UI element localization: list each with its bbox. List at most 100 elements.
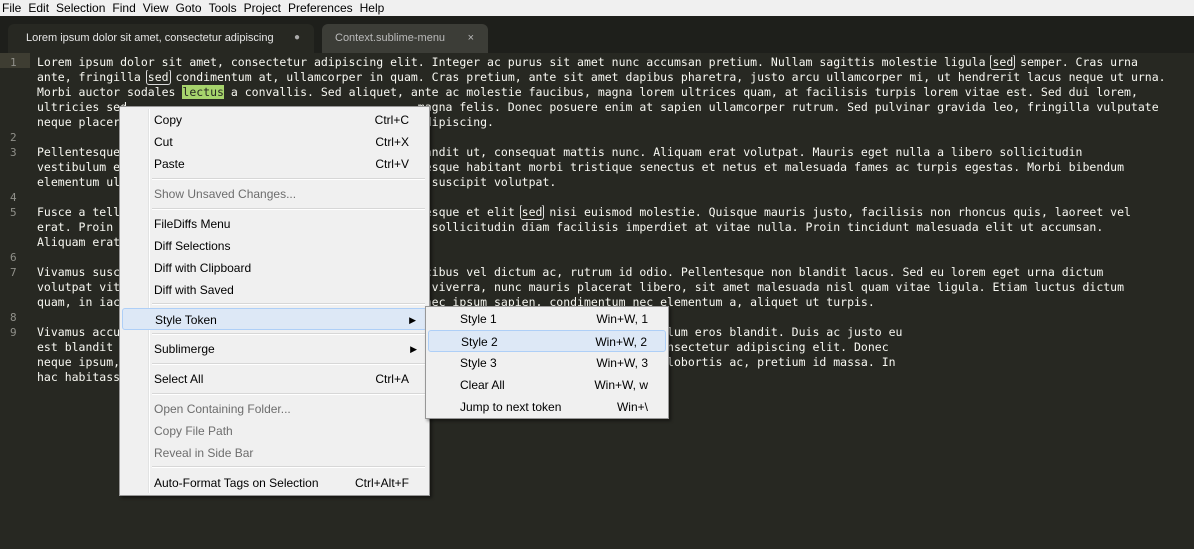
text-segment: condimentum at, ullamcorper in quam. Cra… — [168, 70, 1166, 84]
text-line: Lorem ipsum dolor sit amet, consectetur … — [37, 55, 1194, 70]
unsaved-dot-icon[interactable]: ● — [294, 24, 300, 52]
text-segment: neque placer — [37, 115, 121, 129]
menu-item-shortcut: Win+\ — [616, 400, 648, 414]
text-segment: neque ipsum, — [37, 355, 121, 369]
menu-item-shortcut: Ctrl+C — [374, 113, 409, 127]
menu-item-shortcut: Win+W, 1 — [596, 312, 648, 326]
context-item-reveal-in-side-bar[interactable]: Reveal in Side Bar — [122, 442, 427, 464]
context-item-diff-with-clipboard[interactable]: Diff with Clipboard — [122, 257, 427, 279]
context-item-auto-format-tags-on-selection[interactable]: Auto-Format Tags on Selection Ctrl+Alt+F — [122, 472, 427, 494]
menu-preferences[interactable]: Preferences — [285, 0, 357, 16]
text-segment: erat. Proin — [37, 220, 121, 234]
text-line: ante, fringilla sed condimentum at, ulla… — [37, 70, 1194, 85]
text-segment: Fusce a tell — [37, 205, 121, 219]
text-segment: nisi euismod molestie. Quisque mauris ju… — [542, 205, 1131, 219]
menu-item-label: Paste — [154, 157, 185, 171]
menu-item-label: FileDiffs Menu — [154, 217, 231, 231]
menu-item-label: Show Unsaved Changes... — [154, 187, 297, 201]
line-number: 1 — [10, 56, 17, 69]
menu-item-shortcut: Ctrl+A — [375, 372, 409, 386]
submenu-item-jump-to-next-token[interactable]: Jump to next token Win+\ — [428, 396, 666, 418]
text-segment: Morbi auctor sodales — [37, 85, 183, 99]
text-segment: est blandit — [37, 340, 121, 354]
tab-bar: Lorem ipsum dolor sit amet, consectetur … — [0, 16, 1194, 53]
text-segment: Lorem ipsum dolor sit amet, consectetur … — [37, 55, 993, 69]
menu-view[interactable]: View — [140, 0, 173, 16]
line-number: 8 — [10, 311, 17, 324]
text-segment: Pellentesque — [37, 145, 121, 159]
menu-edit[interactable]: Edit — [25, 0, 53, 16]
context-item-diff-selections[interactable]: Diff Selections — [122, 235, 427, 257]
menu-separator — [152, 393, 425, 395]
text-segment: a convallis. Sed aliquet, ante ac molest… — [223, 85, 1138, 99]
menu-item-label: Cut — [154, 135, 173, 149]
text-segment: Vivamus accu — [37, 325, 121, 339]
context-item-cut[interactable]: Cut Ctrl+X — [122, 131, 427, 153]
menu-separator — [152, 333, 425, 335]
menu-item-label: Jump to next token — [460, 400, 562, 414]
menu-separator — [152, 303, 425, 305]
menu-goto[interactable]: Goto — [173, 0, 206, 16]
token-outline: sed — [990, 55, 1016, 70]
menu-separator — [152, 208, 425, 210]
menu-selection[interactable]: Selection — [53, 0, 109, 16]
token-highlight: lectus — [182, 85, 224, 99]
tab-context-menu-file[interactable]: Context.sublime-menu × — [322, 24, 488, 53]
line-number: 4 — [10, 191, 17, 204]
text-segment: elementum ul — [37, 175, 121, 189]
text-segment: semper. Cras urna — [1013, 55, 1138, 69]
context-item-copy[interactable]: Copy Ctrl+C — [122, 109, 427, 131]
context-item-paste[interactable]: Paste Ctrl+V — [122, 153, 427, 175]
line-number: 3 — [10, 146, 17, 159]
menu-item-label: Reveal in Side Bar — [154, 446, 254, 460]
line-number-gutter: 1 2 3 4 5 6 7 8 9 — [0, 53, 30, 549]
menu-item-label: Sublimerge — [154, 342, 215, 356]
context-item-diff-with-saved[interactable]: Diff with Saved — [122, 279, 427, 301]
context-item-show-unsaved-changes[interactable]: Show Unsaved Changes... — [122, 183, 427, 205]
tab-label: Context.sublime-menu — [335, 32, 446, 44]
menu-item-label: Style Token — [155, 313, 217, 327]
style-token-submenu: Style 1 Win+W, 1 Style 2 Win+W, 2 Style 3 Win… — [425, 306, 669, 419]
menu-find[interactable]: Find — [109, 0, 139, 16]
menu-item-label: Select All — [154, 372, 204, 386]
submenu-item-style-3[interactable]: Style 3 Win+W, 3 — [428, 352, 666, 374]
line-number: 9 — [10, 326, 17, 339]
line-number: 7 — [10, 266, 17, 279]
menu-separator — [152, 363, 425, 365]
token-outline: sed — [519, 205, 545, 220]
submenu-item-style-2[interactable]: Style 2 Win+W, 2 — [428, 330, 666, 352]
context-item-sublimerge[interactable]: Sublimerge ▶ — [122, 338, 427, 360]
menu-item-shortcut: Win+W, 2 — [595, 335, 647, 349]
tab-label: Lorem ipsum dolor sit amet, consectetur … — [26, 32, 274, 44]
menu-file[interactable]: File — [0, 0, 25, 16]
menu-project[interactable]: Project — [241, 0, 285, 16]
close-icon[interactable]: × — [468, 24, 474, 52]
menu-help[interactable]: Help — [357, 0, 389, 16]
text-segment: vestibulum e — [37, 160, 121, 174]
text-segment: volutpat vit — [37, 280, 121, 294]
menu-item-label: Clear All — [460, 378, 505, 392]
token-outline: sed — [145, 70, 171, 85]
menu-separator — [152, 466, 425, 468]
menu-item-label: Diff with Clipboard — [154, 261, 252, 275]
submenu-item-style-1[interactable]: Style 1 Win+W, 1 — [428, 308, 666, 330]
menu-item-label: Open Containing Folder... — [154, 402, 291, 416]
tab-lorem-ipsum[interactable]: Lorem ipsum dolor sit amet, consectetur … — [8, 24, 314, 53]
text-segment: ante, fringilla — [37, 70, 148, 84]
menu-item-shortcut: Ctrl+Alt+F — [354, 476, 409, 490]
text-segment: Aliquam erat — [37, 235, 121, 249]
text-segment: quam, in iac — [37, 295, 121, 309]
menu-tools[interactable]: Tools — [206, 0, 241, 16]
menu-item-label: Copy — [154, 113, 183, 127]
line-number: 6 — [10, 251, 17, 264]
context-item-copy-file-path[interactable]: Copy File Path — [122, 420, 427, 442]
menu-item-shortcut: Ctrl+V — [375, 157, 409, 171]
line-number: 2 — [10, 131, 17, 144]
context-item-filediffs-menu[interactable]: FileDiffs Menu — [122, 213, 427, 235]
context-item-select-all[interactable]: Select All Ctrl+A — [122, 368, 427, 390]
menu-item-label: Diff with Saved — [154, 283, 234, 297]
text-segment: hac habitass — [37, 370, 121, 384]
submenu-item-clear-all[interactable]: Clear All Win+W, w — [428, 374, 666, 396]
context-item-open-containing-folder[interactable]: Open Containing Folder... — [122, 398, 427, 420]
context-item-style-token[interactable]: Style Token ▶ — [122, 308, 427, 330]
